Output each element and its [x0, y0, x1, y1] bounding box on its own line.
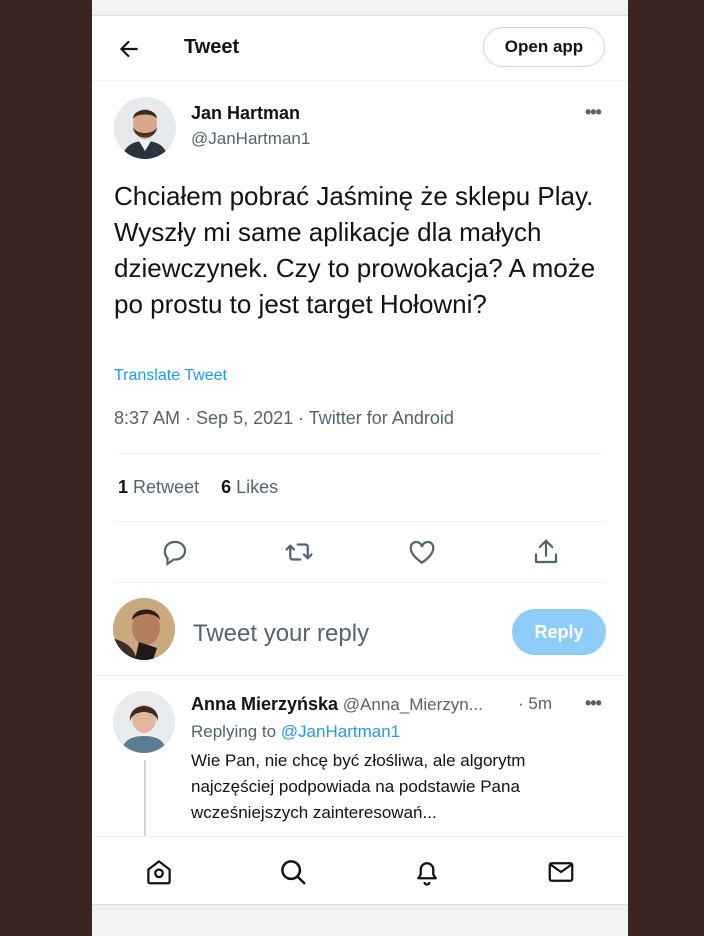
- reply-timestamp[interactable]: · 5m: [518, 694, 552, 714]
- search-icon[interactable]: [278, 857, 308, 887]
- tweet-stats: 1 Retweet 6 Likes: [118, 477, 278, 498]
- retweets-link[interactable]: 1 Retweet: [118, 477, 199, 497]
- replying-to: Replying to @JanHartman1: [191, 722, 400, 742]
- user-avatar[interactable]: [113, 598, 175, 660]
- mail-icon[interactable]: [546, 857, 576, 887]
- reply-button[interactable]: Reply: [512, 609, 606, 655]
- browser-top-strip: [92, 0, 628, 16]
- reply-input[interactable]: Tweet your reply: [193, 620, 369, 648]
- likes-link[interactable]: 6 Likes: [221, 477, 278, 497]
- author-avatar-image: [114, 97, 176, 159]
- home-icon[interactable]: [144, 857, 174, 887]
- author-avatar[interactable]: [114, 97, 176, 159]
- reply-author-handle[interactable]: @Anna_Mierzyn...: [343, 695, 483, 714]
- page-title: Tweet: [184, 36, 240, 58]
- reply-author-avatar-image: [113, 691, 175, 753]
- share-icon[interactable]: [531, 537, 561, 567]
- reply-icon[interactable]: [160, 537, 190, 567]
- retweet-label: Retweet: [133, 477, 200, 497]
- user-avatar-image: [113, 598, 175, 660]
- divider: [114, 521, 606, 522]
- back-arrow-icon[interactable]: [116, 36, 142, 62]
- bell-icon[interactable]: [412, 857, 442, 887]
- like-icon[interactable]: [407, 537, 437, 567]
- top-bar: Tweet Open app: [92, 16, 628, 81]
- retweet-icon[interactable]: [284, 537, 314, 567]
- author-handle[interactable]: @JanHartman1: [191, 129, 310, 149]
- replying-prefix: Replying to: [191, 722, 277, 741]
- reply-header: Anna Mierzyńska @Anna_Mierzyn...: [191, 694, 483, 715]
- retweet-count: 1: [118, 477, 129, 497]
- like-count: 6: [221, 477, 232, 497]
- reply-author-name[interactable]: Anna Mierzyńska: [191, 694, 338, 714]
- translate-tweet-link[interactable]: Translate Tweet: [114, 367, 227, 385]
- bottom-nav: [92, 836, 628, 905]
- browser-bottom-strip: [92, 904, 628, 936]
- author-name[interactable]: Jan Hartman: [191, 103, 300, 124]
- likes-label: Likes: [236, 477, 279, 497]
- reply-text: Wie Pan, nie chcę być złośliwa, ale algo…: [191, 751, 526, 822]
- reply-more-icon[interactable]: •••: [585, 693, 602, 714]
- divider: [114, 453, 606, 454]
- divider: [114, 582, 606, 583]
- more-icon[interactable]: •••: [585, 102, 602, 123]
- thread-line: [144, 760, 146, 836]
- reply-author-avatar[interactable]: [113, 691, 175, 753]
- phone-screen: ⇄CH.D. PRAMIENI ROPA #SilniRazem Retweet…: [92, 0, 628, 936]
- divider: [92, 675, 628, 676]
- replying-mention-link[interactable]: @JanHartman1: [281, 722, 400, 741]
- tweet-text: Chciałem pobrać Jaśminę że sklepu Play. …: [114, 181, 596, 319]
- tweet-timestamp: 8:37 AM · Sep 5, 2021 · Twitter for Andr…: [114, 408, 454, 428]
- open-app-button[interactable]: Open app: [483, 27, 605, 67]
